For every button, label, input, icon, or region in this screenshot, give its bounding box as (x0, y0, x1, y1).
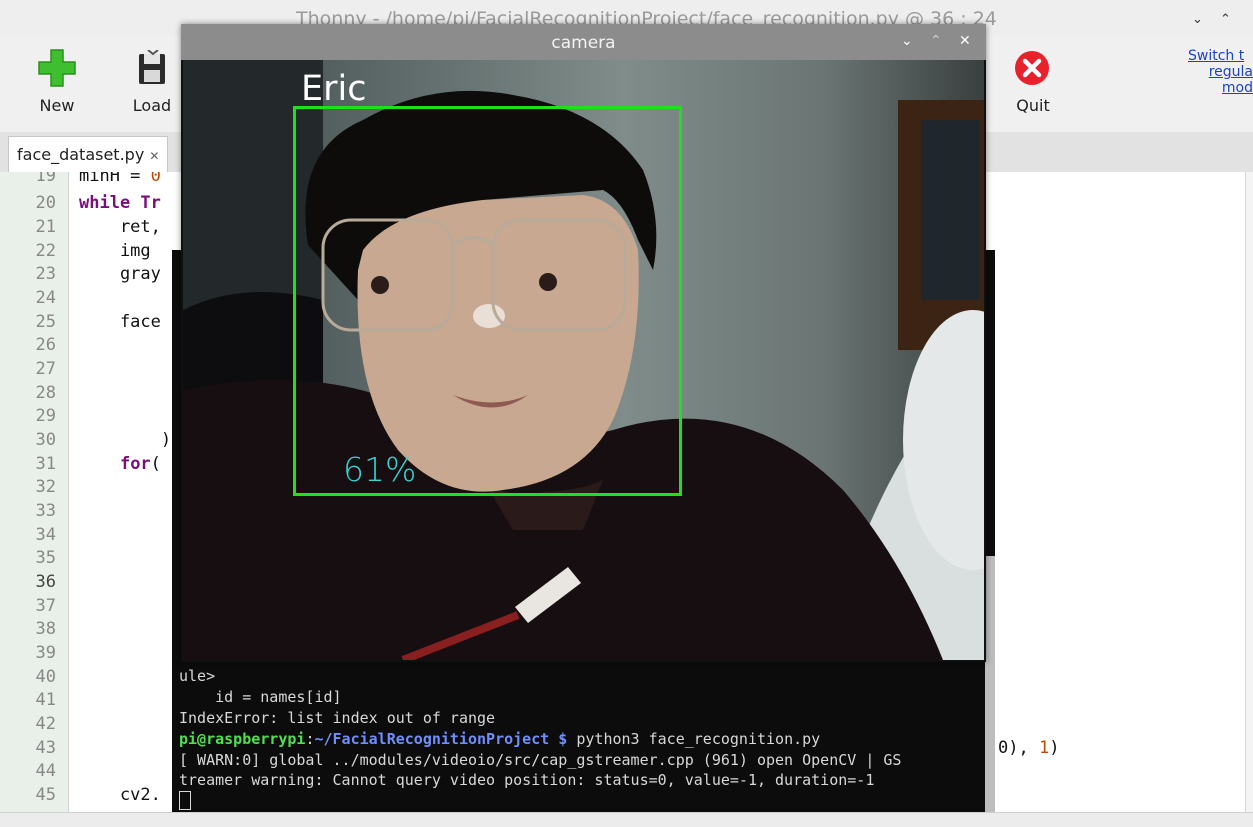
line-number-current: 36 (35, 572, 56, 592)
line-number: 41 (35, 690, 56, 710)
code-line-45: cv2. (79, 785, 161, 805)
line-number: 25 (35, 312, 56, 332)
code-token: 1 (1038, 738, 1050, 758)
code-line-31: for( (79, 454, 161, 474)
quit-icon (1015, 51, 1049, 85)
line-number: 28 (35, 383, 56, 403)
terminal-warning-line: [ WARN:0] global ../modules/videoio/src/… (179, 751, 902, 769)
plus-icon (38, 49, 76, 87)
terminal-scrollbar[interactable] (985, 556, 995, 812)
code-line-25: face (79, 312, 161, 332)
line-number: 32 (35, 477, 56, 497)
load-button[interactable]: Load (128, 36, 180, 132)
camera-feed: Eric 61% (183, 60, 984, 660)
code-line-43-tail: 0), 1) (998, 738, 1059, 758)
new-button[interactable]: New (30, 36, 84, 132)
line-number: 44 (35, 761, 56, 781)
line-number: 29 (35, 406, 56, 426)
editor-scrollbar[interactable] (1245, 172, 1253, 812)
face-bounding-box (293, 106, 682, 496)
terminal-warning-line: treamer warning: Cannot query video posi… (179, 771, 875, 789)
line-number: 38 (35, 619, 56, 639)
maximize-chevron-up-icon[interactable]: ⌃ (1220, 12, 1231, 27)
quit-label: Quit (1016, 96, 1050, 115)
tab-face-dataset[interactable]: face_dataset.py ✕ (8, 136, 169, 172)
line-number: 30 (35, 430, 56, 450)
terminal-error-line: IndexError: list index out of range (179, 709, 496, 727)
terminal-cursor-line (179, 791, 191, 811)
line-number: 22 (35, 241, 56, 261)
line-number: 31 (35, 454, 56, 474)
close-icon[interactable]: ✕ (959, 33, 971, 49)
floppy-disk-icon (139, 50, 165, 84)
line-number: 43 (35, 738, 56, 758)
terminal-line: ule> (179, 667, 216, 685)
line-number: 39 (35, 643, 56, 663)
line-number: 35 (35, 548, 56, 568)
line-number: 20 (35, 193, 56, 213)
line-number: 33 (35, 501, 56, 521)
new-label: New (39, 96, 75, 115)
line-number: 45 (35, 785, 56, 805)
line-number: 42 (35, 714, 56, 734)
camera-window-title: camera (551, 33, 616, 53)
code-keyword: while (79, 193, 131, 213)
prompt-command: python3 face_recognition.py (567, 730, 821, 748)
line-number: 27 (35, 359, 56, 379)
load-label: Load (132, 96, 172, 115)
line-number: 34 (35, 525, 56, 545)
code-line-19: minH = 0 (79, 172, 161, 186)
code-line-30: ) (79, 430, 172, 450)
prompt-user: pi@raspberrypi (179, 730, 306, 748)
terminal-prompt-line: pi@raspberrypi:~/FacialRecognitionProjec… (179, 730, 820, 748)
code-line-21: ret, (79, 217, 161, 237)
code-token: 0), (998, 738, 1039, 758)
prompt-path: ~/FacialRecognitionProject $ (314, 730, 568, 748)
recognized-name-label: Eric (301, 69, 367, 109)
code-line-22: img (79, 241, 151, 261)
code-token: ( (150, 454, 161, 474)
code-token: 0 (150, 172, 161, 186)
code-token: Tr (130, 193, 161, 213)
chevron-up-icon[interactable]: ⌃ (930, 33, 942, 49)
tab-close-icon[interactable]: ✕ (149, 149, 159, 163)
line-number: 37 (35, 596, 56, 616)
line-number: 23 (35, 264, 56, 284)
minimize-chevron-down-icon[interactable]: ⌄ (1192, 12, 1203, 27)
code-token: minH = (79, 172, 151, 186)
switch-link-line3: mod (1221, 80, 1253, 96)
code-line-20: while Tr (79, 193, 161, 213)
line-number: 21 (35, 217, 56, 237)
chevron-down-icon[interactable]: ⌄ (901, 33, 913, 49)
camera-title-bar[interactable]: camera ⌄ ⌃ ✕ (181, 24, 986, 60)
quit-button[interactable]: Quit (1008, 36, 1058, 132)
switch-link-line1: Switch t (1188, 48, 1245, 64)
code-token: ) (1049, 738, 1060, 758)
switch-mode-link[interactable]: Switch t regula mod (1188, 48, 1253, 96)
tab-label: face_dataset.py (17, 145, 145, 164)
terminal-line: id = names[id] (179, 688, 342, 706)
switch-link-line2: regula (1208, 64, 1253, 80)
line-number: 24 (35, 288, 56, 308)
camera-window[interactable]: camera ⌄ ⌃ ✕ Eric 61% (181, 24, 986, 662)
status-bar (0, 812, 1253, 827)
confidence-label: 61% (343, 450, 417, 489)
terminal-cursor (179, 791, 191, 810)
code-keyword: for (119, 454, 151, 474)
line-number-gutter: 19 20 21 22 23 24 25 26 27 28 29 30 31 3… (0, 172, 69, 812)
line-number: 19 (35, 172, 56, 186)
line-number: 26 (35, 335, 56, 355)
code-line-23: gray (79, 264, 161, 284)
line-number: 40 (35, 667, 56, 687)
